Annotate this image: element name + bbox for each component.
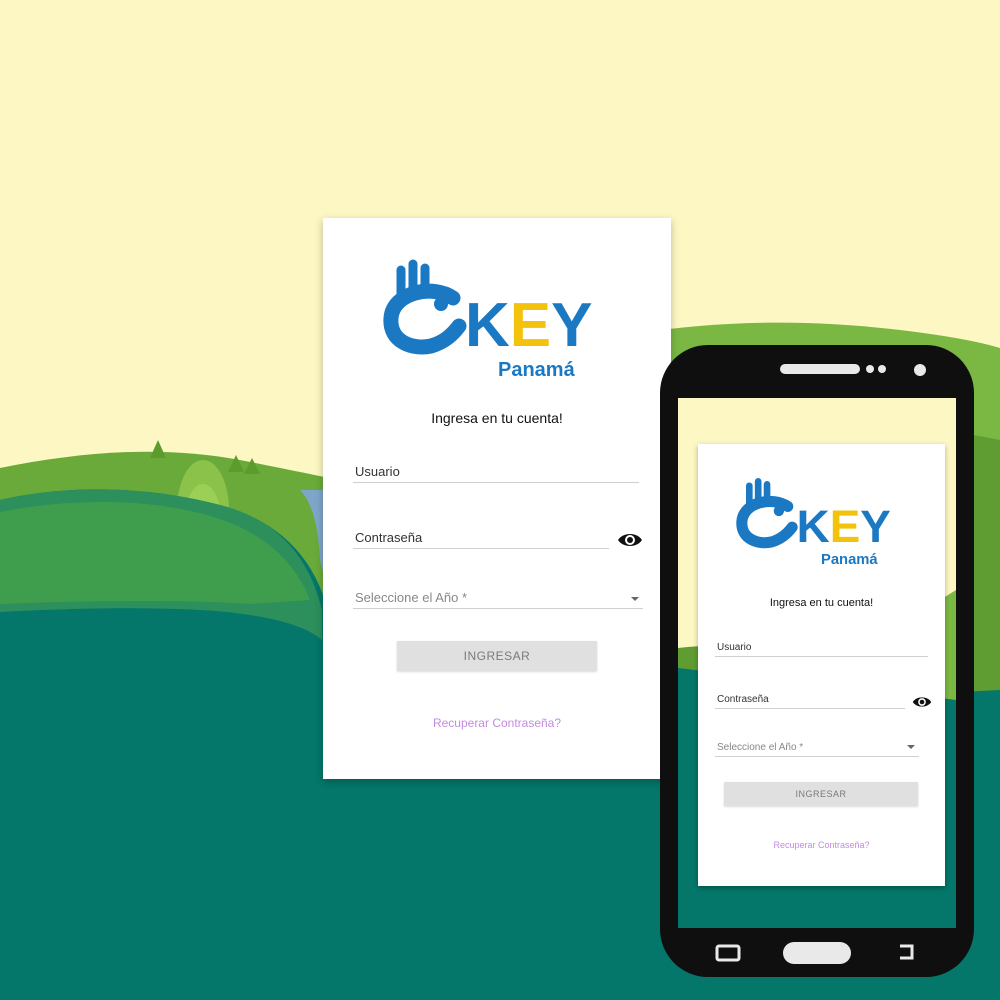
chevron-down-icon xyxy=(631,597,639,601)
chevron-down-icon-mobile xyxy=(907,745,915,749)
year-select-label-mobile: Seleccione el Año * xyxy=(717,742,804,753)
logo-key-text: KEY xyxy=(465,291,593,360)
username-label: Usuario xyxy=(355,464,400,479)
year-select-label: Seleccione el Año * xyxy=(355,590,468,605)
login-heading: Ingresa en tu cuenta! xyxy=(431,410,563,426)
password-field[interactable]: Contraseña xyxy=(353,522,609,549)
recover-password-link-mobile[interactable]: Recuperar Contraseña? xyxy=(698,840,945,850)
submit-button-mobile[interactable]: INGRESAR xyxy=(724,782,918,806)
password-label: Contraseña xyxy=(355,530,423,545)
recover-password-link[interactable]: Recuperar Contraseña? xyxy=(323,716,671,730)
eye-icon[interactable] xyxy=(617,531,643,549)
password-field-mobile[interactable]: Contraseña xyxy=(715,688,905,709)
okey-logo-mobile: KEY Panamá xyxy=(736,478,891,568)
logo-key-text-mobile: KEY xyxy=(797,501,891,552)
submit-button[interactable]: INGRESAR xyxy=(397,641,597,671)
okey-logo: KEY Panamá xyxy=(383,259,593,380)
year-select[interactable]: Seleccione el Año * xyxy=(353,582,643,609)
logo-region-text-mobile: Panamá xyxy=(821,552,878,568)
login-heading-mobile: Ingresa en tu cuenta! xyxy=(769,597,874,609)
username-field[interactable]: Usuario xyxy=(353,456,639,483)
username-label-mobile: Usuario xyxy=(717,642,752,653)
desktop-login-card: KEY Panamá Ingresa en tu cuenta! Usuario… xyxy=(323,218,671,779)
username-field-mobile[interactable]: Usuario xyxy=(715,636,928,657)
year-select-mobile[interactable]: Seleccione el Año * xyxy=(715,736,919,757)
mobile-login-card: KEY Panamá Ingresa en tu cuenta! Usuario… xyxy=(698,444,945,886)
logo-region-text: Panamá xyxy=(498,359,576,380)
password-label-mobile: Contraseña xyxy=(717,694,769,705)
eye-icon-mobile[interactable] xyxy=(912,695,932,709)
